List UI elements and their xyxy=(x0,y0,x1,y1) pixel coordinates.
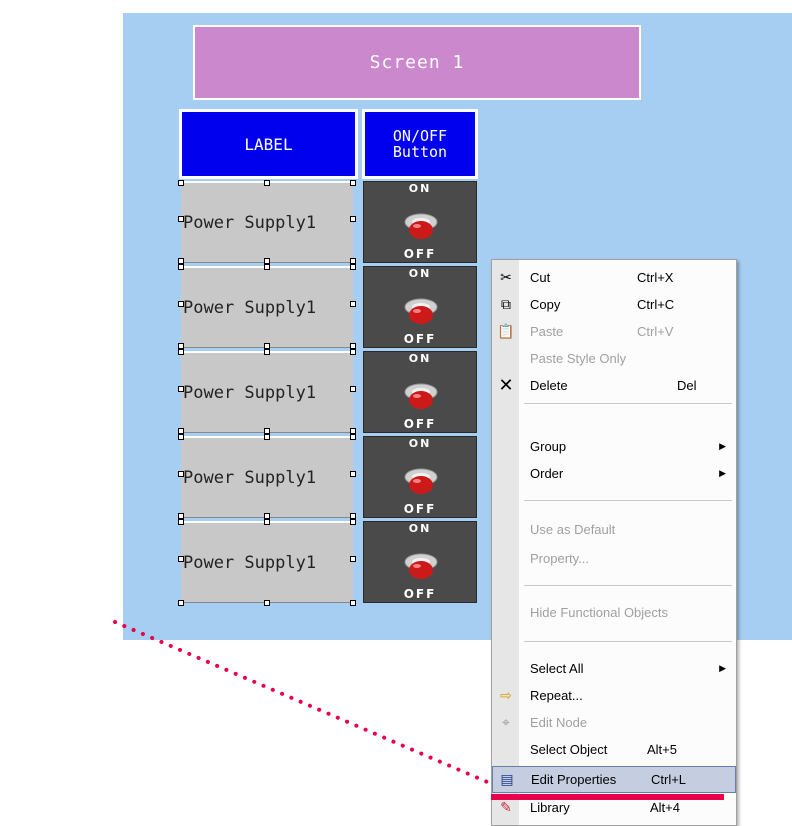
menu-item-shortcut: Ctrl+L xyxy=(651,772,687,787)
menu-item-delete[interactable]: ✕ Delete Del xyxy=(492,372,736,399)
menu-separator xyxy=(524,585,732,586)
menu-item-label: Group xyxy=(530,439,567,454)
scissors-icon: ✂ xyxy=(500,269,512,285)
menu-item-cut[interactable]: ✂ Cut Ctrl+X xyxy=(492,264,736,291)
menu-item-select-object[interactable]: Select Object Alt+5 xyxy=(492,736,736,763)
menu-separator xyxy=(524,500,732,501)
menu-item-paste[interactable]: 📋 Paste Ctrl+V xyxy=(492,318,736,345)
menu-item-paste-style-only[interactable]: Paste Style Only xyxy=(492,345,736,372)
menu-item-edit-properties[interactable]: ▤ Edit Properties Ctrl+L xyxy=(492,766,736,793)
menu-item-label: Property... xyxy=(530,551,590,566)
menu-item-label: Copy xyxy=(530,297,561,312)
delete-x-icon: ✕ xyxy=(498,375,514,395)
menu-item-shortcut: Ctrl+X xyxy=(637,270,674,285)
annotation-underline xyxy=(491,794,724,800)
menu-item-label: Edit Properties xyxy=(531,772,617,787)
menu-item-property[interactable]: Property... xyxy=(492,545,736,572)
menu-item-use-as-default[interactable]: Use as Default xyxy=(492,516,736,543)
menu-item-label: Library xyxy=(530,800,570,815)
copy-icon: ⧉ xyxy=(501,296,511,312)
menu-item-label: Use as Default xyxy=(530,522,616,537)
menu-item-shortcut: Ctrl+C xyxy=(637,297,675,312)
paste-icon: 📋 xyxy=(497,323,515,339)
menu-item-shortcut: Alt+5 xyxy=(647,742,677,757)
edit-node-icon: ⌖ xyxy=(502,714,510,730)
context-menu: ✂ Cut Ctrl+X ⧉ Copy Ctrl+C 📋 Paste Ctrl+… xyxy=(491,259,737,826)
menu-item-select-all[interactable]: Select All ▶ xyxy=(492,655,736,682)
menu-item-copy[interactable]: ⧉ Copy Ctrl+C xyxy=(492,291,736,318)
menu-item-label: Select All xyxy=(530,661,584,676)
menu-item-order[interactable]: Order ▶ xyxy=(492,460,736,487)
menu-item-label: Select Object xyxy=(530,742,608,757)
menu-item-label: Hide Functional Objects xyxy=(530,605,669,620)
library-icon: ✎ xyxy=(500,799,512,815)
submenu-arrow-icon: ▶ xyxy=(719,441,726,451)
edit-properties-icon: ▤ xyxy=(500,771,514,787)
menu-item-label: Paste xyxy=(530,324,564,339)
repeat-icon: ⇨ xyxy=(500,687,512,703)
menu-item-label: Edit Node xyxy=(530,715,588,730)
menu-item-edit-node[interactable]: ⌖ Edit Node xyxy=(492,709,736,736)
menu-separator xyxy=(524,641,732,642)
menu-item-label: Cut xyxy=(530,270,551,285)
menu-item-repeat[interactable]: ⇨ Repeat... xyxy=(492,682,736,709)
menu-item-label: Repeat... xyxy=(530,688,583,703)
menu-item-label: Delete xyxy=(530,378,568,393)
menu-item-group[interactable]: Group ▶ xyxy=(492,433,736,460)
submenu-arrow-icon: ▶ xyxy=(719,468,726,478)
menu-item-shortcut: Alt+4 xyxy=(650,800,680,815)
menu-item-label: Paste Style Only xyxy=(530,351,627,366)
menu-separator xyxy=(524,403,732,404)
menu-item-shortcut: Ctrl+V xyxy=(637,324,674,339)
menu-item-shortcut: Del xyxy=(677,378,697,393)
submenu-arrow-icon: ▶ xyxy=(719,663,726,673)
menu-item-label: Order xyxy=(530,466,564,481)
menu-item-hide-functional-objects[interactable]: Hide Functional Objects xyxy=(492,599,736,626)
